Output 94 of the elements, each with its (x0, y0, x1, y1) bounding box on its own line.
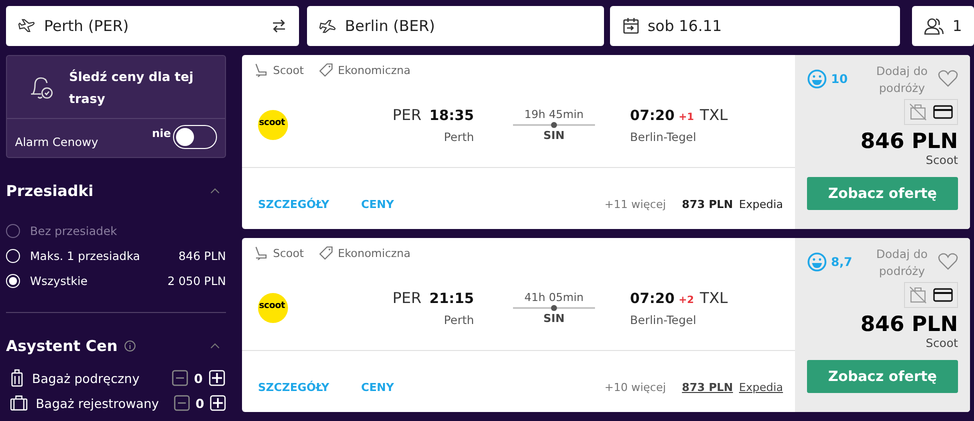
airport-code: PER (392, 289, 422, 307)
prices-link[interactable]: CENY (361, 198, 394, 211)
departure-time: 18:35 (429, 108, 474, 124)
arrival-time: 07:20 (630, 108, 675, 124)
cabin-class: Ekonomiczna (338, 246, 410, 260)
card-icon (933, 288, 953, 302)
alt-price[interactable]: 873 PLN (682, 198, 733, 211)
flight-duration: 41h 05min (524, 291, 584, 304)
stop-line-icon (513, 121, 595, 129)
offer-price: 846 PLN (860, 129, 958, 153)
card-icon (933, 105, 953, 119)
option-label[interactable]: Wszystkie (30, 274, 88, 288)
info-icon[interactable] (124, 340, 136, 352)
destination-city: Berlin-Tegel (630, 130, 696, 144)
favorite-label[interactable]: Dodaj do podróży (870, 63, 934, 97)
departure-time: 21:15 (429, 291, 474, 307)
option-price: 846 PLN (178, 249, 226, 263)
arrival-time: 07:20 (630, 291, 675, 307)
suitcase-icon (10, 395, 28, 411)
bag-label: Bagaż rejestrowany (36, 396, 160, 410)
flight-duration: 19h 45min (524, 108, 584, 121)
passengers-field[interactable]: 1 (912, 6, 974, 46)
stopover-code: SIN (543, 129, 565, 142)
bag-count: 0 (196, 396, 204, 410)
favorite-label[interactable]: Dodaj do podróży (870, 246, 934, 280)
airline-logo: scoot (258, 110, 288, 140)
airport-code: TXL (700, 289, 728, 307)
toggle-label: nie (152, 127, 171, 140)
view-offer-button[interactable]: Zobacz ofertę (807, 177, 958, 210)
plus-button[interactable] (208, 370, 225, 386)
offer-provider: Scoot (926, 153, 958, 167)
tag-icon (318, 63, 333, 77)
airline-name: Scoot (273, 246, 304, 260)
smiley-icon (807, 252, 827, 272)
plane-icon (318, 17, 337, 35)
alt-price[interactable]: 873 PLN (682, 381, 733, 394)
alert-title: Śledź ceny dla tej trasy (69, 68, 194, 108)
more-offers[interactable]: +10 więcej (604, 381, 666, 394)
destination-city: Berlin-Tegel (630, 313, 696, 327)
airport-code: TXL (700, 106, 728, 124)
airline-name: Scoot (273, 64, 304, 76)
view-offer-button[interactable]: Zobacz ofertę (807, 360, 958, 393)
destination-field[interactable]: Berlin (BER) (306, 6, 604, 46)
swap-icon[interactable] (270, 18, 287, 34)
no-bag-icon (909, 103, 927, 121)
plane-icon (18, 17, 36, 35)
suitcase-icon (10, 369, 24, 387)
tag-icon (318, 246, 333, 260)
calendar-icon (622, 17, 640, 35)
alert-toggle[interactable] (173, 125, 217, 149)
origin-city: Perth (444, 313, 474, 327)
minus-button[interactable] (172, 370, 188, 386)
alt-provider[interactable]: Expedia (739, 198, 783, 211)
option-label[interactable]: Maks. 1 przesiadka (30, 249, 140, 263)
no-bag-icon (909, 286, 927, 304)
origin-text: Perth (PER) (44, 17, 129, 35)
date-text: sob 16.11 (648, 17, 722, 35)
heart-icon[interactable] (938, 252, 958, 270)
more-offers[interactable]: +11 więcej (604, 198, 666, 211)
option-price: 2 050 PLN (167, 274, 226, 288)
bag-count: 0 (194, 370, 203, 386)
alt-provider[interactable]: Expedia (739, 381, 783, 394)
section-title: Przesiadki (6, 182, 94, 200)
caret-icon[interactable] (210, 343, 220, 349)
stopover-code: SIN (543, 312, 565, 325)
section-title: Asystent Cen (6, 337, 118, 355)
minus-button[interactable] (174, 395, 190, 411)
smiley-icon (807, 69, 827, 89)
details-link[interactable]: SZCZEGÓŁY (258, 381, 330, 394)
rating-score: 8,7 (831, 255, 852, 269)
alert-label: Alarm Cenowy (15, 135, 100, 149)
people-icon (924, 17, 944, 35)
seat-icon (254, 63, 268, 77)
airline-logo: scoot (258, 293, 288, 323)
prices-link[interactable]: CENY (361, 381, 394, 394)
seat-icon (254, 246, 268, 260)
date-field[interactable]: sob 16.11 (610, 6, 900, 46)
rating-score: 10 (831, 72, 848, 86)
cabin-class: Ekonomiczna (338, 64, 410, 76)
offer-price: 846 PLN (860, 312, 958, 336)
heart-icon[interactable] (938, 69, 958, 87)
offer-provider: Scoot (926, 336, 958, 350)
passengers-text: 1 (952, 17, 962, 35)
details-link[interactable]: SZCZEGÓŁY (258, 198, 330, 211)
destination-text: Berlin (BER) (344, 17, 436, 35)
plus-button[interactable] (210, 395, 226, 411)
stop-line-icon (513, 304, 595, 312)
bag-label: Bagaż podręczny (32, 370, 140, 386)
origin-field[interactable]: Perth (PER) (6, 6, 299, 46)
caret-icon[interactable] (210, 188, 220, 194)
day-offset: +1 (678, 112, 694, 123)
airport-code: PER (392, 106, 422, 124)
day-offset: +2 (678, 295, 694, 306)
origin-city: Perth (444, 130, 474, 144)
